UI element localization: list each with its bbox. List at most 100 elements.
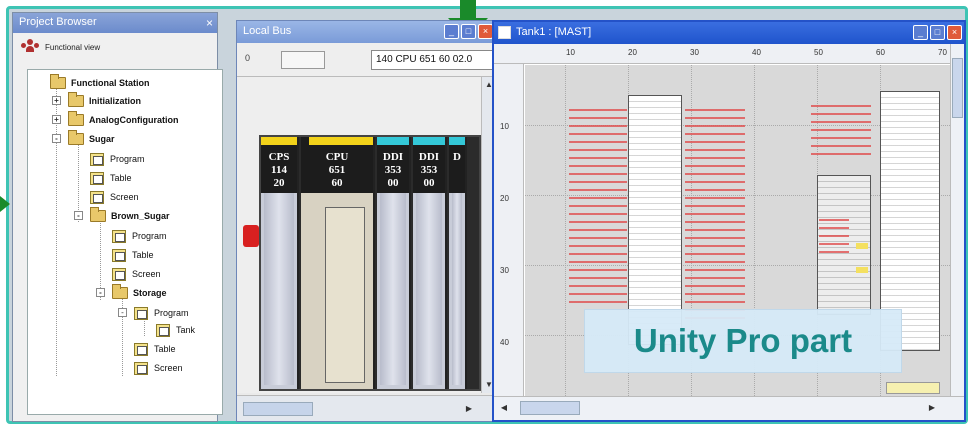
module-label: DDI xyxy=(418,151,440,163)
tree-item[interactable]: - Sugar xyxy=(52,130,115,148)
variable-tag xyxy=(856,267,868,273)
tree-item-label: Screen xyxy=(132,269,161,279)
ruler-tick: 30 xyxy=(500,266,509,275)
ruler-tick: 20 xyxy=(500,194,509,203)
tree-item-label: Initialization xyxy=(89,96,142,106)
ruler-tick: 10 xyxy=(566,48,575,57)
cpu-reference-field[interactable]: 140 CPU 651 60 02.0 xyxy=(371,50,495,70)
section-icon xyxy=(156,323,170,337)
minimize-icon[interactable]: _ xyxy=(913,25,928,40)
expand-icon[interactable]: + xyxy=(52,96,61,105)
close-icon[interactable]: × xyxy=(206,16,213,30)
rack-handle[interactable] xyxy=(243,225,259,247)
tree-item-label: Screen xyxy=(154,363,183,373)
tree-item[interactable]: Table xyxy=(134,340,176,358)
ruler-tick: 50 xyxy=(814,48,823,57)
tree-item-label: Program xyxy=(132,231,167,241)
project-tree: Functional Station + Initialization + Analog… xyxy=(27,69,223,415)
folder-icon xyxy=(68,130,84,145)
scroll-left-icon[interactable]: ◀ xyxy=(498,402,510,414)
scroll-right-icon[interactable]: ▶ xyxy=(463,403,475,415)
ruler-tick: 60 xyxy=(876,48,885,57)
tree-item[interactable]: Program xyxy=(90,150,145,168)
rack-area: CPS 114 20 CPU 651 60 DDI 353 00 DDI 353 00 D xyxy=(237,77,481,393)
scroll-thumb[interactable] xyxy=(952,58,963,118)
comment-note xyxy=(886,382,940,394)
section-icon xyxy=(112,267,126,281)
output-variables xyxy=(685,105,745,320)
local-bus-window: Local Bus _ □ × 0 140 CPU 651 60 02.0 CP… xyxy=(236,20,496,422)
minimize-icon[interactable]: _ xyxy=(444,24,459,39)
folder-icon xyxy=(68,92,84,107)
tree-item[interactable]: Tank xyxy=(156,321,195,339)
functional-view-icon xyxy=(21,39,39,55)
scroll-thumb[interactable] xyxy=(520,401,580,415)
rack-module-cps[interactable]: CPS 114 20 xyxy=(261,137,299,389)
maximize-icon[interactable]: □ xyxy=(461,24,476,39)
ruler-tick: 40 xyxy=(500,338,509,347)
section-icon xyxy=(90,152,104,166)
folder-icon xyxy=(68,111,84,126)
tree-item[interactable]: Screen xyxy=(112,265,161,283)
ruler-tick: 10 xyxy=(500,122,509,131)
module-label: D xyxy=(453,151,461,163)
collapse-icon[interactable]: - xyxy=(96,288,105,297)
tree-item[interactable]: - Program xyxy=(118,304,189,322)
rack-module-d[interactable]: D xyxy=(449,137,467,389)
module-label: 00 xyxy=(387,177,399,189)
maximize-icon[interactable]: □ xyxy=(930,25,945,40)
project-browser-panel: Project Browser × Functional view Functi… xyxy=(12,12,223,422)
ruler-tick: 30 xyxy=(690,48,699,57)
scroll-right-icon[interactable]: ▶ xyxy=(926,402,938,414)
tree-item[interactable]: Table xyxy=(90,169,132,187)
section-icon xyxy=(134,342,148,356)
close-icon[interactable]: × xyxy=(478,24,493,39)
input-variables xyxy=(819,215,849,255)
collapse-icon[interactable]: - xyxy=(118,308,127,317)
view-header[interactable]: Functional view xyxy=(13,33,217,61)
tree-item[interactable]: Program xyxy=(112,227,167,245)
local-bus-title: Local Bus xyxy=(243,25,292,37)
tree-item[interactable]: Screen xyxy=(90,188,139,206)
function-block-1[interactable] xyxy=(628,95,682,345)
section-icon xyxy=(112,248,126,262)
tree-item[interactable]: + AnalogConfiguration xyxy=(52,111,179,129)
tree-item-label: Screen xyxy=(110,192,139,202)
tree-item[interactable]: Screen xyxy=(134,359,183,377)
ruler-tick: 20 xyxy=(628,48,637,57)
scroll-thumb[interactable] xyxy=(243,402,313,416)
local-bus-titlebar: Local Bus _ □ × xyxy=(237,21,495,43)
ruler-tick: 70 xyxy=(938,48,947,57)
rack-module-ddi[interactable]: DDI 353 00 xyxy=(413,137,447,389)
tree-item[interactable]: Functional Station xyxy=(50,74,150,92)
slot-field[interactable] xyxy=(281,51,325,69)
local-bus-horizontal-scrollbar[interactable]: ▶ xyxy=(237,395,495,421)
tree-item[interactable]: - Storage xyxy=(96,284,167,302)
tree-item[interactable]: + Initialization xyxy=(52,92,142,110)
tree-item-label: Table xyxy=(132,250,154,260)
project-browser-title: Project Browser xyxy=(19,16,97,28)
collapse-icon[interactable]: - xyxy=(52,134,61,143)
close-icon[interactable]: × xyxy=(947,25,962,40)
plc-rack: CPS 114 20 CPU 651 60 DDI 353 00 DDI 353 00 D xyxy=(259,135,481,391)
task-window-title: Tank1 : [MAST] xyxy=(516,26,592,38)
tree-item[interactable]: Table xyxy=(112,246,154,264)
task-vertical-scrollbar[interactable] xyxy=(950,44,964,396)
collapse-icon[interactable]: - xyxy=(74,211,83,220)
module-label: DDI xyxy=(382,151,404,163)
section-icon xyxy=(90,190,104,204)
expand-icon[interactable]: + xyxy=(52,115,61,124)
tree-item-label: Table xyxy=(154,344,176,354)
task-horizontal-scrollbar[interactable]: ◀ ▶ xyxy=(494,396,964,420)
folder-icon xyxy=(112,284,128,299)
module-label: CPU xyxy=(325,151,349,163)
tree-item[interactable]: - Brown_Sugar xyxy=(74,207,170,225)
module-label: CPS xyxy=(268,151,290,163)
rack-module-ddi[interactable]: DDI 353 00 xyxy=(377,137,411,389)
module-label: 00 xyxy=(423,177,435,189)
rack-module-cpu[interactable]: CPU 651 60 xyxy=(301,137,375,389)
folder-icon xyxy=(50,74,66,89)
task-window-titlebar: Tank1 : [MAST] _ □ × xyxy=(494,22,964,44)
tree-item-label: Table xyxy=(110,173,132,183)
tree-item-label: Sugar xyxy=(89,134,115,144)
